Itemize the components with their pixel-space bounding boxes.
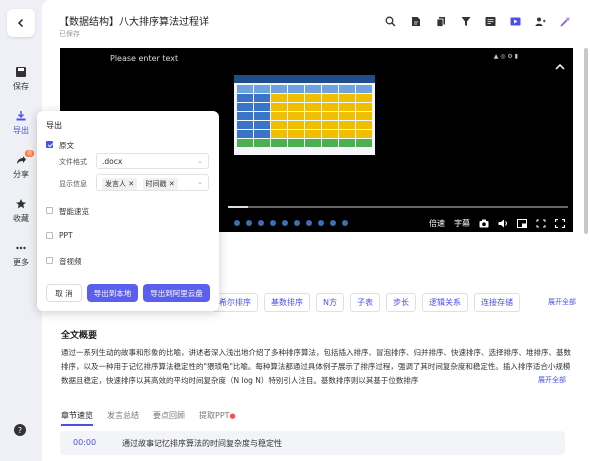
video-watermark: Please enter text — [110, 54, 179, 63]
sidebar-save-label: 保存 — [13, 82, 29, 91]
export-local-button[interactable]: 导出到本地 — [87, 284, 138, 302]
video-controls: 倍速 字幕 — [429, 218, 565, 229]
chip-timestamp-label: 时间戳 — [145, 180, 167, 188]
smart-overview-label: 智能速览 — [59, 207, 89, 216]
chip-speaker-label: 发言人 — [105, 180, 126, 188]
saved-status: 已保存 — [59, 30, 80, 38]
tab-extract-ppt[interactable]: 提取PPT● — [199, 410, 236, 426]
copy-icon[interactable] — [434, 15, 447, 28]
keyword-tag[interactable]: 子表 — [349, 293, 380, 312]
reader-icon[interactable] — [484, 15, 497, 28]
volume-icon[interactable] — [498, 219, 508, 228]
audio-video-label: 音视频 — [59, 257, 82, 266]
summary-text: 通过一系列生动的故事和形象的比喻，讲述者深入浅出地介绍了多种排序算法，包括插入排… — [61, 348, 571, 385]
page-title: 【数据结构】八大排序算法过程详 — [59, 17, 209, 28]
audio-video-checkbox[interactable] — [46, 257, 53, 264]
fullscreen-icon[interactable] — [555, 219, 565, 228]
more-icon — [16, 246, 26, 250]
sidebar-save[interactable]: 保存 — [0, 66, 42, 92]
chapter-text: 通过故事记忆排序算法的时间复杂度与稳定性 — [122, 439, 282, 448]
export-panel: 导出 原文 文件格式 .docx ⌄ 显示信息 发言人 ✕ 时间戳 ✕ ⌄ 智能… — [37, 111, 219, 311]
pip-icon[interactable] — [517, 219, 527, 228]
video-progress-fill — [228, 206, 249, 208]
help-icon[interactable]: ? — [14, 424, 26, 436]
sidebar-share[interactable]: 领 分享 — [0, 150, 42, 180]
tab-key-points[interactable]: 要点回顾 — [153, 410, 185, 426]
chapter-item[interactable]: 00:00 通过故事记忆排序算法的时间复杂度与稳定性 — [60, 431, 565, 455]
sidebar-share-label: 分享 — [13, 170, 29, 179]
format-select[interactable]: .docx ⌄ — [96, 153, 209, 169]
keyword-tag[interactable]: 连接存储 — [473, 293, 520, 312]
top-toolbar — [384, 15, 572, 28]
sidebar-export[interactable]: 导出 — [0, 110, 42, 136]
filter-icon[interactable] — [459, 15, 472, 28]
collapse-icon[interactable] — [555, 60, 565, 73]
display-info-select[interactable]: 发言人 ✕ 时间戳 ✕ ⌄ — [96, 174, 209, 191]
chip-remove-icon[interactable]: ✕ — [128, 180, 134, 188]
format-label: 文件格式 — [59, 158, 87, 166]
keyword-tag[interactable]: N方 — [316, 293, 344, 312]
star-icon — [16, 199, 26, 209]
share-badge: 领 — [25, 150, 35, 157]
chip-speaker: 发言人 ✕ — [102, 178, 138, 190]
sidebar-collect-label: 收藏 — [13, 214, 29, 223]
sidebar-more-label: 更多 — [13, 258, 29, 267]
original-checkbox[interactable] — [46, 141, 53, 148]
summary-title: 全文概要 — [61, 331, 98, 341]
new-dot-icon: ● — [229, 412, 236, 420]
sidebar-collect[interactable]: 收藏 — [0, 198, 42, 224]
content-tabs: 章节速览 发言总结 要点回顾 提取PPT● — [61, 410, 236, 426]
video-icon[interactable] — [509, 15, 522, 28]
sidebar-more[interactable]: 更多 — [0, 242, 42, 268]
search-icon[interactable] — [384, 15, 397, 28]
magic-wand-icon[interactable] — [559, 15, 572, 28]
keyword-tag[interactable]: 步长 — [385, 293, 416, 312]
camera-icon[interactable] — [479, 219, 489, 228]
video-slide — [234, 75, 375, 155]
display-info-label: 显示信息 — [59, 180, 87, 188]
export-icon — [16, 111, 26, 121]
widescreen-icon[interactable] — [536, 219, 546, 228]
export-panel-title: 导出 — [46, 121, 62, 130]
keyword-tag[interactable]: 逻辑关系 — [421, 293, 468, 312]
tab-chapter-overview[interactable]: 章节速览 — [61, 410, 93, 426]
export-cloud-button[interactable]: 导出到阿里云盘 — [143, 284, 210, 302]
keyword-tag[interactable]: 基数排序 — [264, 293, 310, 312]
chevron-down-icon: ⌄ — [197, 157, 203, 165]
keyword-tags: 希尔排序 基数排序 N方 子表 步长 逻辑关系 连接存储 — [212, 293, 520, 312]
chevron-left-icon — [17, 18, 24, 28]
original-label: 原文 — [59, 141, 74, 150]
cancel-button[interactable]: 取 消 — [46, 284, 82, 302]
document-icon[interactable] — [409, 15, 422, 28]
save-icon — [16, 67, 26, 77]
chapter-time[interactable]: 00:00 — [73, 438, 96, 447]
chevron-down-icon: ⌄ — [197, 178, 203, 186]
chip-remove-icon[interactable]: ✕ — [169, 180, 175, 188]
back-button[interactable] — [7, 9, 35, 37]
ppt-checkbox[interactable] — [46, 232, 53, 239]
video-status-icons: ▲ ◎ ⚙ ▮ — [493, 53, 518, 60]
smart-overview-checkbox[interactable] — [46, 207, 53, 214]
people-icon[interactable] — [534, 15, 547, 28]
chip-timestamp: 时间戳 ✕ — [142, 178, 178, 190]
summary-expand-link[interactable]: 展开全部 — [534, 375, 566, 385]
tab-extract-ppt-label: 提取PPT — [199, 411, 230, 420]
tab-speaker-summary[interactable]: 发言总结 — [107, 410, 139, 426]
page-scrollbar[interactable] — [584, 48, 588, 234]
slide-header — [234, 75, 375, 83]
speed-button[interactable]: 倍速 — [429, 218, 445, 229]
left-sidebar: 保存 导出 领 分享 收藏 更多 ? — [0, 0, 42, 461]
subtitle-button[interactable]: 字幕 — [454, 218, 470, 229]
video-progress-bar[interactable] — [228, 206, 568, 208]
slide-table — [237, 85, 372, 147]
ppt-label: PPT — [59, 231, 73, 240]
keywords-expand-link[interactable]: 展开全部 — [548, 297, 576, 307]
format-value: .docx — [102, 157, 123, 166]
sidebar-export-label: 导出 — [13, 126, 29, 135]
video-taskbar — [234, 220, 348, 226]
